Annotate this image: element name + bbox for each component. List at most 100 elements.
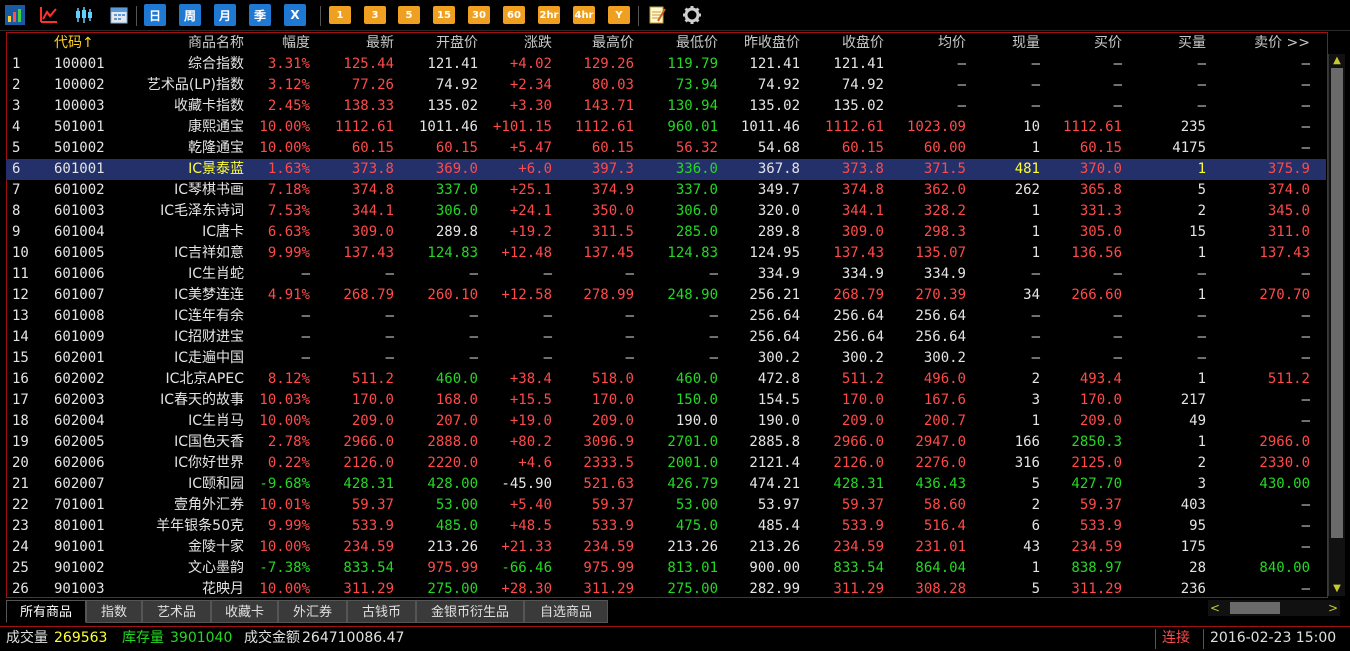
- table-row[interactable]: 8 601003 IC毛泽东诗词 7.53% 344.1 306.0 +24.1 350.0 3…: [6, 201, 1326, 222]
- header-avg[interactable]: 均价: [884, 33, 966, 54]
- table-row[interactable]: 16 602002 IC北京APEC 8.12% 511.2 460.0 +38.4 518.…: [6, 369, 1326, 390]
- period-30min-button[interactable]: 30: [468, 6, 490, 24]
- period-3min-button[interactable]: 3: [364, 6, 386, 24]
- cell-ask: —: [1301, 497, 1310, 513]
- quote-list-icon[interactable]: [4, 4, 26, 26]
- tab-5[interactable]: 外汇券: [278, 600, 347, 623]
- table-row[interactable]: 23 801001 羊年银条50克 9.99% 533.9 485.0 +48.5 533.9…: [6, 516, 1326, 537]
- header-ask[interactable]: 卖价 >>: [1206, 33, 1310, 54]
- scroll-thumb[interactable]: [1331, 68, 1343, 538]
- line-chart-icon[interactable]: [38, 4, 60, 26]
- table-row[interactable]: 24 901001 金陵十家 10.00% 234.59 213.26 +21.33 234.…: [6, 537, 1326, 558]
- table-row[interactable]: 13 601008 IC连年有余 — — — — — — 256.64 256.64 256.64 — —…: [6, 306, 1326, 327]
- period-year-button[interactable]: Y: [608, 6, 630, 24]
- period-month-button[interactable]: 月: [214, 4, 236, 26]
- tab-6[interactable]: 古钱币: [347, 600, 416, 623]
- table-row[interactable]: 5 501002 乾隆通宝 10.00% 60.15 60.15 +5.47 60.15 56.…: [6, 138, 1326, 159]
- table-row[interactable]: 7 601002 IC琴棋书画 7.18% 374.8 337.0 +25.1 374.9 33…: [6, 180, 1326, 201]
- cell-high: 234.59: [583, 539, 634, 555]
- cell-avg: 256.64: [915, 308, 966, 324]
- connection-status[interactable]: 连接: [1162, 627, 1190, 649]
- period-1min-button[interactable]: 1: [329, 6, 351, 24]
- header-change[interactable]: 涨跌: [478, 33, 552, 54]
- cell-prev-close: 282.99: [749, 581, 800, 597]
- table-row[interactable]: 12 601007 IC美梦连连 4.91% 268.79 260.10 +12.58 278…: [6, 285, 1326, 306]
- header-row-index: [12, 33, 34, 54]
- period-x-button[interactable]: X: [284, 4, 306, 26]
- notepad-icon[interactable]: [646, 4, 668, 26]
- cell-bid: 59.37: [1079, 497, 1122, 513]
- tab-1[interactable]: 所有商品: [6, 600, 86, 623]
- tab-4[interactable]: 收藏卡: [211, 600, 278, 623]
- table-row[interactable]: 15 602001 IC走遍中国 — — — — — — 300.2 300.2 300.2 — — — —: [6, 348, 1326, 369]
- table-row[interactable]: 14 601009 IC招财进宝 — — — — — — 256.64 256.64 256.64 — —…: [6, 327, 1326, 348]
- cell-high: 518.0: [591, 371, 634, 387]
- cell-last: 1112.61: [334, 119, 394, 135]
- cell-last: 138.33: [343, 98, 394, 114]
- period-week-label: 周: [183, 8, 196, 23]
- calendar-icon[interactable]: [108, 4, 130, 26]
- header-range[interactable]: 幅度: [244, 33, 310, 54]
- cell-range: 6.63%: [267, 224, 310, 240]
- header-low[interactable]: 最低价: [634, 33, 718, 54]
- header-high[interactable]: 最高价: [552, 33, 634, 54]
- cell-bid-volume: 3: [1197, 476, 1206, 492]
- table-row[interactable]: 3 100003 收藏卡指数 2.45% 138.33 135.02 +3.30 143.71…: [6, 96, 1326, 117]
- cell-high: 137.45: [583, 245, 634, 261]
- tab-3[interactable]: 艺术品: [142, 600, 211, 623]
- table-row[interactable]: 9 601004 IC唐卡 6.63% 309.0 289.8 +19.2 311.5 285.…: [6, 222, 1326, 243]
- gear-icon[interactable]: [681, 4, 703, 26]
- period-2hr-button[interactable]: 2hr: [538, 6, 560, 24]
- scroll-left-icon[interactable]: <: [1208, 600, 1222, 616]
- header-prev-close[interactable]: 昨收盘价: [718, 33, 800, 54]
- period-season-button[interactable]: 季: [249, 4, 271, 26]
- cell-avg: 135.07: [915, 245, 966, 261]
- table-row[interactable]: 10 601005 IC吉祥如意 9.99% 137.43 124.83 +12.48 137…: [6, 243, 1326, 264]
- cell-range: 7.53%: [267, 203, 310, 219]
- horizontal-scrollbar[interactable]: < >: [1208, 600, 1340, 616]
- tab-8[interactable]: 自选商品: [524, 600, 608, 623]
- cell-close: 60.15: [841, 140, 884, 156]
- cell-volume: 6: [1031, 518, 1040, 534]
- table-row[interactable]: 17 602003 IC春天的故事 10.03% 170.0 168.0 +15.5 170.…: [6, 390, 1326, 411]
- scroll-right-icon[interactable]: >: [1326, 600, 1340, 616]
- header-bid-volume[interactable]: 买量: [1122, 33, 1206, 54]
- hscroll-thumb[interactable]: [1230, 602, 1280, 614]
- table-row[interactable]: 22 701001 壹角外汇券 10.01% 59.37 53.00 +5.40 59.37 5…: [6, 495, 1326, 516]
- cell-high: —: [625, 308, 634, 324]
- period-60min-button[interactable]: 60: [503, 6, 525, 24]
- table-row[interactable]: 1 100001 综合指数 3.31% 125.44 121.41 +4.02 129.26 1…: [6, 54, 1326, 75]
- table-row[interactable]: 20 602006 IC你好世界 0.22% 2126.0 2220.0 +4.6 2333.…: [6, 453, 1326, 474]
- table-row[interactable]: 18 602004 IC生肖马 10.00% 209.0 207.0 +19.0 209.0 1…: [6, 411, 1326, 432]
- candlestick-icon[interactable]: [73, 4, 95, 26]
- period-day-button[interactable]: 日: [144, 4, 166, 26]
- header-bid[interactable]: 买价: [1040, 33, 1122, 54]
- table-row[interactable]: 2 100002 艺术品(LP)指数 3.12% 77.26 74.92 +2.34 80.0…: [6, 75, 1326, 96]
- table-row[interactable]: 19 602005 IC国色天香 2.78% 2966.0 2888.0 +80.2 3096…: [6, 432, 1326, 453]
- header-open[interactable]: 开盘价: [394, 33, 478, 54]
- header-code[interactable]: 代码↑: [50, 33, 110, 54]
- table-row[interactable]: 4 501001 康熙通宝 10.00% 1112.61 1011.46 +101.15 11…: [6, 117, 1326, 138]
- cell-bid: 365.8: [1079, 182, 1122, 198]
- period-week-button[interactable]: 周: [179, 4, 201, 26]
- header-volume[interactable]: 现量: [966, 33, 1040, 54]
- table-row[interactable]: 6 601001 IC景泰蓝 1.63% 373.8 369.0 +6.0 397.3 336.…: [6, 159, 1326, 180]
- vertical-scrollbar[interactable]: ▲ ▼: [1328, 54, 1345, 596]
- cell-low: 960.01: [667, 119, 718, 135]
- scroll-up-icon[interactable]: ▲: [1329, 54, 1345, 68]
- scroll-down-icon[interactable]: ▼: [1329, 582, 1345, 596]
- header-close[interactable]: 收盘价: [800, 33, 884, 54]
- table-row[interactable]: 25 901002 文心墨韵 -7.38% 833.54 975.99 -66.46 975.…: [6, 558, 1326, 579]
- cell-last: 311.29: [343, 581, 394, 597]
- tab-2[interactable]: 指数: [86, 600, 142, 623]
- tab-7[interactable]: 金银币衍生品: [416, 600, 524, 623]
- table-row[interactable]: 21 602007 IC颐和园 -9.68% 428.31 428.00 -45.90 521…: [6, 474, 1326, 495]
- cell-bid-volume: —: [1197, 329, 1206, 345]
- table-row[interactable]: 11 601006 IC生肖蛇 — — — — — — 334.9 334.9 334.9 — — — —: [6, 264, 1326, 285]
- header-product-name[interactable]: 商品名称: [120, 33, 244, 54]
- header-last[interactable]: 最新: [310, 33, 394, 54]
- table-row[interactable]: 26 901003 花映月 10.00% 311.29 275.00 +28.30 311.2…: [6, 579, 1326, 600]
- period-15min-button[interactable]: 15: [433, 6, 455, 24]
- period-4hr-button[interactable]: 4hr: [573, 6, 595, 24]
- period-5min-button[interactable]: 5: [398, 6, 420, 24]
